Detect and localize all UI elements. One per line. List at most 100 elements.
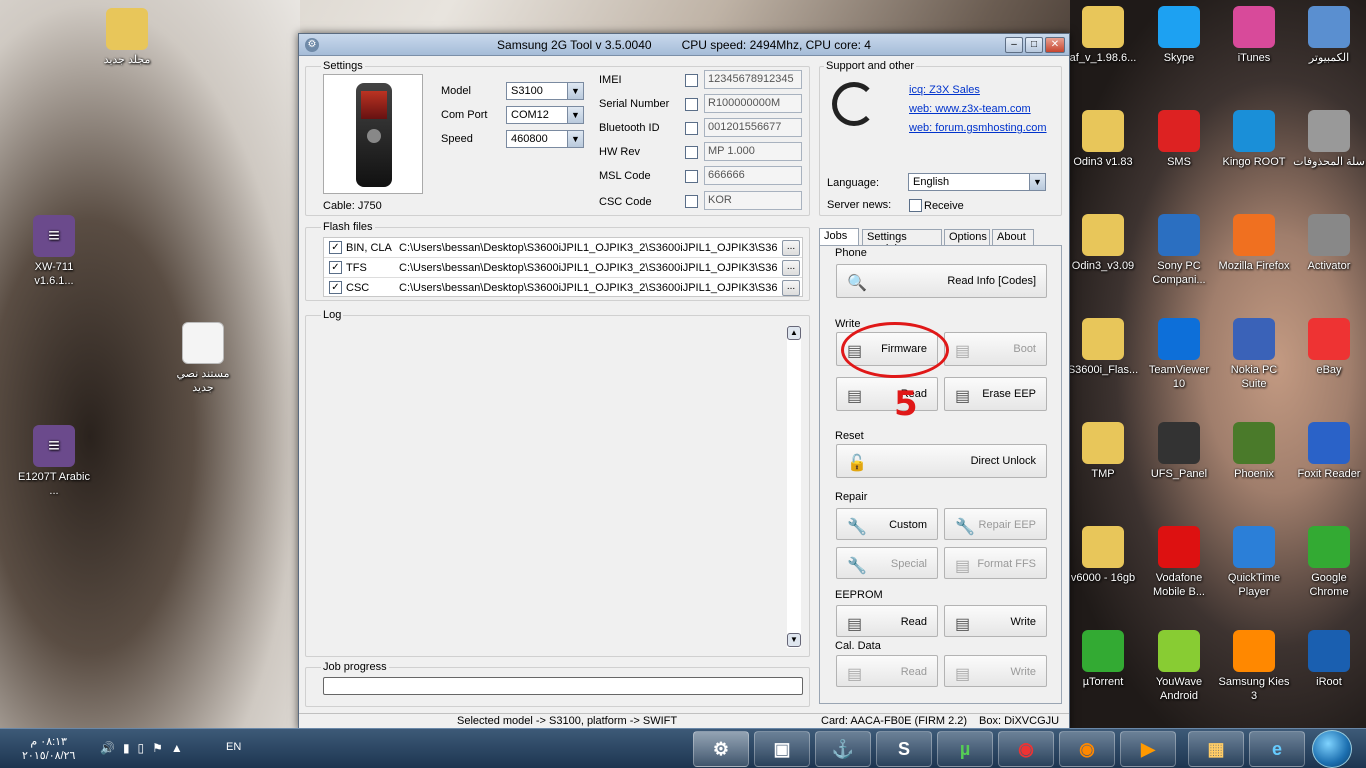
- tfs-path[interactable]: C:\Users\bessan\Desktop\S3600iJPIL1_OJPI…: [399, 262, 777, 274]
- bluetooth-checkbox[interactable]: [685, 122, 698, 135]
- scroll-down-icon[interactable]: ▼: [787, 633, 801, 647]
- desktop-icon-iroot[interactable]: iRoot: [1292, 630, 1366, 689]
- taskbar-iroot[interactable]: ⚓: [815, 731, 871, 767]
- desktop-icon-chrome[interactable]: Google Chrome: [1292, 526, 1366, 599]
- desktop-icon-e1207t[interactable]: ≡ E1207T Arabic ...: [17, 425, 91, 498]
- hwrev-field[interactable]: MP 1.000: [704, 142, 802, 161]
- taskbar-samsung-tool[interactable]: ⚙: [693, 731, 749, 767]
- desktop-icon-odin309[interactable]: Odin3_v3.09: [1066, 214, 1140, 273]
- eeprom-read-button[interactable]: ▤ Read: [836, 605, 938, 637]
- desktop-icon-samsung-kies[interactable]: Samsung Kies 3: [1217, 630, 1291, 703]
- minimize-button[interactable]: –: [1005, 37, 1023, 53]
- desktop-icon-sms[interactable]: SMS: [1142, 110, 1216, 169]
- desktop-icon-ebay[interactable]: eBay: [1292, 318, 1366, 377]
- taskbar-utorrent[interactable]: µ: [937, 731, 993, 767]
- model-select[interactable]: S3100 ▼: [506, 82, 584, 100]
- gsmhosting-link[interactable]: web: forum.gsmhosting.com: [909, 122, 1047, 134]
- tab-about[interactable]: About: [992, 229, 1034, 245]
- desktop-icon-v6000[interactable]: v6000 - 16gb: [1066, 526, 1140, 585]
- repair-eep-button[interactable]: 🔧 Repair EEP: [944, 508, 1047, 540]
- csc-file-checkbox[interactable]: ✓: [329, 281, 342, 294]
- taskbar-ie[interactable]: e: [1249, 731, 1305, 767]
- tab-jobs[interactable]: Jobs: [819, 228, 859, 246]
- desktop-icon-nokia-pc-suite[interactable]: Nokia PC Suite: [1217, 318, 1291, 391]
- desktop-icon-s3600i-flash[interactable]: S3600i_Flas...: [1066, 318, 1140, 377]
- desktop-icon-sony-pc-companion[interactable]: Sony PC Compani...: [1142, 214, 1216, 287]
- special-button[interactable]: 🔧 Special: [836, 547, 938, 579]
- desktop-icon-teamviewer[interactable]: TeamViewer 10: [1142, 318, 1216, 391]
- tab-settings-model[interactable]: Settings model: [862, 229, 942, 255]
- start-button[interactable]: [1312, 730, 1352, 768]
- format-ffs-button[interactable]: ▤ Format FFS: [944, 547, 1047, 579]
- read-info-button[interactable]: 🔍 Read Info [Codes]: [836, 264, 1047, 298]
- log-area[interactable]: [313, 324, 803, 652]
- desktop-icon-tmp[interactable]: TMP: [1066, 422, 1140, 481]
- hwrev-checkbox[interactable]: [685, 146, 698, 159]
- msl-field[interactable]: 666666: [704, 166, 802, 185]
- msl-checkbox[interactable]: [685, 170, 698, 183]
- csc-browse-button[interactable]: ...: [782, 280, 800, 296]
- imei-checkbox[interactable]: [685, 74, 698, 87]
- desktop-icon-xw711[interactable]: ≡ XW-711 v1.6.1...: [17, 215, 91, 288]
- csc-checkbox[interactable]: [685, 195, 698, 208]
- desktop-icon-utorrent[interactable]: µTorrent: [1066, 630, 1140, 689]
- direct-unlock-button[interactable]: 🔓 Direct Unlock: [836, 444, 1047, 478]
- taskbar-chrome[interactable]: ◉: [998, 731, 1054, 767]
- desktop-icon-quicktime[interactable]: QuickTime Player: [1217, 526, 1291, 599]
- desktop-icon-recycle-bin[interactable]: سلة المحذوفات: [1292, 110, 1366, 169]
- custom-button[interactable]: 🔧 Custom: [836, 508, 938, 540]
- desktop-icon-youwave[interactable]: YouWave Android: [1142, 630, 1216, 703]
- speed-select[interactable]: 460800 ▼: [506, 130, 584, 148]
- tray-icons[interactable]: 🔊▮▯⚑▲: [100, 741, 191, 755]
- desktop-icon-itunes[interactable]: iTunes: [1217, 6, 1291, 65]
- desktop-icon-phoenix[interactable]: Phoenix: [1217, 422, 1291, 481]
- taskbar-firefox[interactable]: ◉: [1059, 731, 1115, 767]
- desktop-icon-computer[interactable]: الكمبيوتر: [1292, 6, 1366, 65]
- tfs-browse-button[interactable]: ...: [782, 260, 800, 276]
- desktop-icon-ufs-panel[interactable]: UFS_Panel: [1142, 422, 1216, 481]
- taskbar-media-player[interactable]: ▶: [1120, 731, 1176, 767]
- csc-file-path[interactable]: C:\Users\bessan\Desktop\S3600iJPIL1_OJPI…: [399, 282, 777, 294]
- language-select[interactable]: English ▼: [908, 173, 1046, 191]
- maximize-button[interactable]: □: [1025, 37, 1043, 53]
- icq-link[interactable]: icq: Z3X Sales: [909, 84, 980, 96]
- close-button[interactable]: ✕: [1045, 37, 1065, 53]
- z3x-web-link[interactable]: web: www.z3x-team.com: [909, 103, 1031, 115]
- desktop-icon-foxit-reader[interactable]: Foxit Reader: [1292, 422, 1366, 481]
- receive-checkbox[interactable]: [909, 199, 922, 212]
- boot-button[interactable]: ▤ Boot: [944, 332, 1047, 366]
- cal-read-button[interactable]: ▤ Read: [836, 655, 938, 687]
- desktop-icon-new-text[interactable]: مستند نصي جديد: [166, 322, 240, 395]
- tfs-checkbox[interactable]: ✓: [329, 261, 342, 274]
- desktop-icon-af-folder[interactable]: af_v_1.98.6...: [1066, 6, 1140, 65]
- eeprom-write-button[interactable]: ▤ Write: [944, 605, 1047, 637]
- erase-eep-button[interactable]: ▤ Erase EEP: [944, 377, 1047, 411]
- desktop-icon-new-folder[interactable]: مجلد جديد: [90, 8, 164, 67]
- log-scrollbar[interactable]: ▲ ▼: [787, 326, 801, 648]
- language-label: Language:: [827, 177, 879, 189]
- desktop-icon-odin383[interactable]: Odin3 v1.83: [1066, 110, 1140, 169]
- bluetooth-field[interactable]: 001201556677: [704, 118, 802, 137]
- desktop-icon-vodafone[interactable]: Vodafone Mobile B...: [1142, 526, 1216, 599]
- desktop-icon-kingo-root[interactable]: Kingo ROOT: [1217, 110, 1291, 169]
- scroll-up-icon[interactable]: ▲: [787, 326, 801, 340]
- bin-browse-button[interactable]: ...: [782, 240, 800, 256]
- taskbar-skype[interactable]: S: [876, 731, 932, 767]
- clock[interactable]: ٠٨:١٣ م ٢٠١٥/٠٨/٢٦: [22, 735, 75, 763]
- language-indicator[interactable]: EN: [226, 741, 241, 753]
- serial-field[interactable]: R100000000M: [704, 94, 802, 113]
- read-button[interactable]: ▤ Read: [836, 377, 938, 411]
- bin-checkbox[interactable]: ✓: [329, 241, 342, 254]
- serial-checkbox[interactable]: [685, 98, 698, 111]
- taskbar-photo-viewer[interactable]: ▣: [754, 731, 810, 767]
- imei-field[interactable]: 12345678912345: [704, 70, 802, 89]
- cal-write-button[interactable]: ▤ Write: [944, 655, 1047, 687]
- csc-field[interactable]: KOR: [704, 191, 802, 210]
- comport-select[interactable]: COM12 ▼: [506, 106, 584, 124]
- bin-path[interactable]: C:\Users\bessan\Desktop\S3600iJPIL1_OJPI…: [399, 242, 777, 254]
- taskbar-explorer[interactable]: ▦: [1188, 731, 1244, 767]
- desktop-icon-activator[interactable]: Activator: [1292, 214, 1366, 273]
- desktop-icon-skype[interactable]: Skype: [1142, 6, 1216, 65]
- desktop-icon-firefox[interactable]: Mozilla Firefox: [1217, 214, 1291, 273]
- tab-options[interactable]: Options: [944, 229, 990, 245]
